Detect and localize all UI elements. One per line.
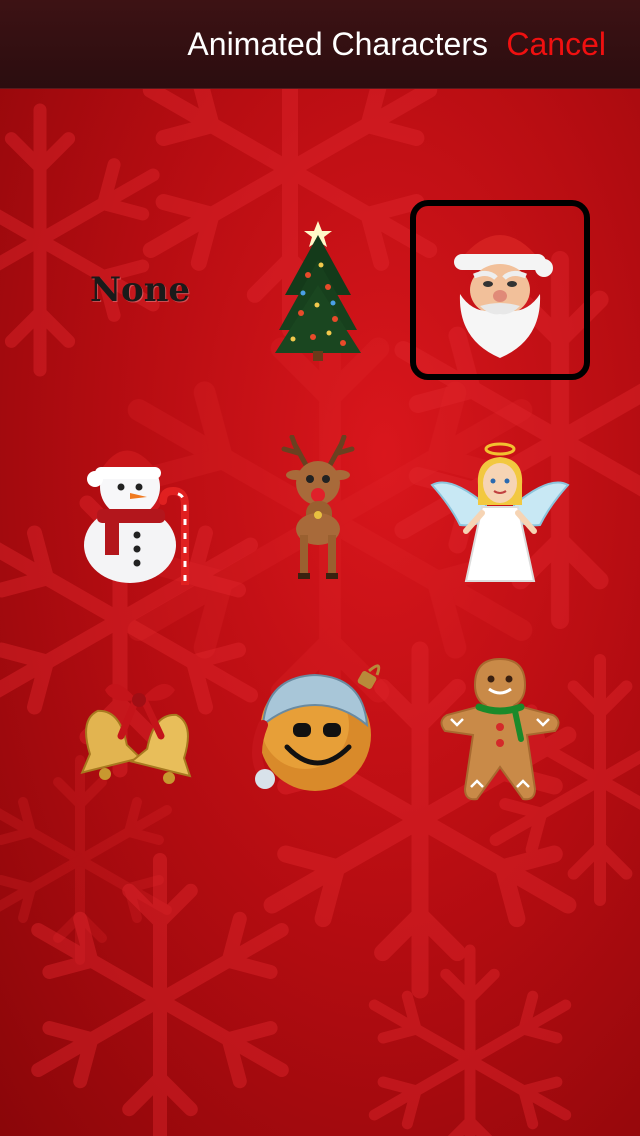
reindeer-icon <box>281 435 355 579</box>
character-option-none[interactable]: None <box>50 200 230 380</box>
character-picker-screen: Animated Characters Cancel None <box>0 0 640 1136</box>
gingerbread-man-icon <box>440 657 560 801</box>
character-option-ornament[interactable] <box>228 640 408 820</box>
christmas-bells-icon <box>80 683 192 784</box>
navigation-bar: Animated Characters Cancel <box>0 0 640 89</box>
snowman-icon <box>84 450 189 585</box>
character-option-christmas-tree[interactable] <box>228 200 408 380</box>
character-option-snowman[interactable] <box>50 420 230 600</box>
character-option-gingerbread[interactable] <box>410 640 590 820</box>
page-title: Animated Characters <box>187 26 488 62</box>
character-option-reindeer[interactable] <box>228 420 408 600</box>
character-option-angel[interactable] <box>410 420 590 600</box>
ornament-smiley-icon <box>252 664 381 791</box>
character-option-santa[interactable] <box>410 200 590 380</box>
none-label: None <box>89 270 191 310</box>
cancel-button[interactable]: Cancel <box>506 26 606 63</box>
christmas-tree-icon <box>275 221 361 361</box>
santa-claus-icon <box>454 235 553 358</box>
angel-icon <box>430 442 570 582</box>
character-option-bells[interactable] <box>50 640 230 820</box>
